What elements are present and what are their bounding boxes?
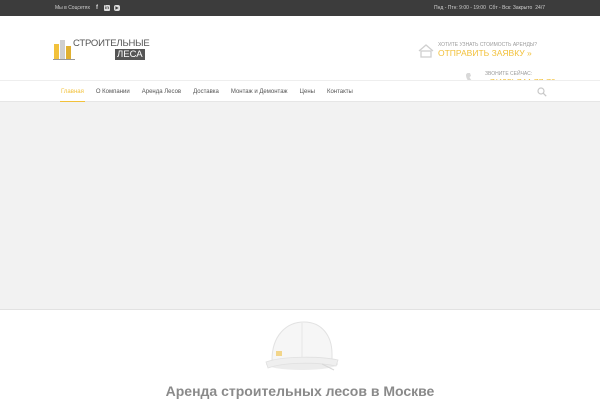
- header: СТРОИТЕЛЬНЫЕ ЛЕСА ХОТИТЕ УЗНАТЬ СТОИМОСТ…: [0, 16, 600, 87]
- main-navigation: Главная О Компании Аренда Лесов Доставка…: [0, 80, 600, 103]
- home-icon: [418, 44, 434, 58]
- logo-text-line1: СТРОИТЕЛЬНЫЕ: [73, 38, 150, 49]
- hours-weekend: Сбт - Вск: Закрыто: [488, 5, 533, 11]
- nav-menu: Главная О Компании Аренда Лесов Доставка…: [55, 81, 359, 103]
- hero-slider: [0, 102, 600, 310]
- nav-item-prices[interactable]: Цены: [294, 81, 321, 103]
- facebook-icon[interactable]: f: [94, 5, 100, 11]
- hours-247: 24/7: [535, 5, 545, 11]
- social-label: Мы в Соцсетях: [55, 5, 91, 11]
- nav-item-rental[interactable]: Аренда Лесов: [136, 81, 187, 103]
- send-request-link[interactable]: ОТПРАВИТЬ ЗАЯВКУ »: [438, 48, 532, 58]
- nav-item-contacts[interactable]: Контакты: [321, 81, 359, 103]
- working-hours: Пнд - Птн: 9:00 - 19:00 Сбт - Вск: Закры…: [434, 5, 545, 11]
- top-bar: Мы в Соцсетях f in ▶ Пнд - Птн: 9:00 - 1…: [0, 0, 600, 16]
- nav-item-about[interactable]: О Компании: [90, 81, 136, 103]
- nav-item-installation[interactable]: Монтаж и Демонтаж: [225, 81, 294, 103]
- logo[interactable]: СТРОИТЕЛЬНЫЕ ЛЕСА: [53, 38, 150, 74]
- helmet-icon: [265, 321, 339, 371]
- logo-text-line2: ЛЕСА: [115, 49, 145, 60]
- hours-weekdays: Пнд - Птн: 9:00 - 19:00: [434, 5, 486, 11]
- linkedin-icon[interactable]: in: [104, 5, 111, 11]
- social-links: Мы в Соцсетях f in ▶: [55, 5, 121, 11]
- nav-item-delivery[interactable]: Доставка: [187, 81, 225, 103]
- nav-item-home[interactable]: Главная: [55, 81, 90, 103]
- youtube-icon[interactable]: ▶: [114, 5, 121, 11]
- logo-building-icon: [53, 40, 75, 60]
- search-icon[interactable]: [537, 87, 547, 97]
- page-title: Аренда строительных лесов в Москве: [165, 383, 435, 399]
